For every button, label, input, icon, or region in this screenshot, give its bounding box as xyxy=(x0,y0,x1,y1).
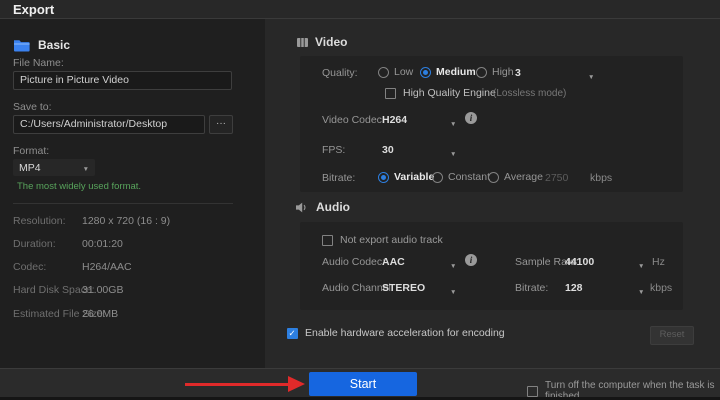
chevron-down-icon[interactable] xyxy=(450,255,456,273)
not-export-audio-label: Not export audio track xyxy=(340,234,443,246)
not-export-audio-checkbox[interactable]: Not export audio track xyxy=(322,234,443,246)
bitrate-variable-radio[interactable]: Variable xyxy=(378,171,434,183)
audio-bitrate-dropdown[interactable]: 128 xyxy=(565,282,583,294)
divider xyxy=(13,203,233,204)
video-section-label: Video xyxy=(315,35,348,49)
fps-dropdown[interactable]: 30 xyxy=(382,144,394,156)
dialog-header: Export xyxy=(0,0,720,19)
chevron-down-icon[interactable] xyxy=(588,66,594,84)
bitrate-label: Bitrate: xyxy=(322,172,356,184)
format-value: MP4 xyxy=(19,161,41,174)
red-arrow-head-icon xyxy=(288,376,305,392)
format-label: Format: xyxy=(13,145,50,157)
red-arrow-icon xyxy=(185,383,289,386)
quality-medium-label: Medium xyxy=(436,66,476,78)
audio-channel-dropdown[interactable]: STEREO xyxy=(382,282,425,294)
audio-codec-dropdown[interactable]: AAC xyxy=(382,256,405,268)
quality-high-radio[interactable]: High xyxy=(476,66,514,78)
basic-section-label: Basic xyxy=(38,38,71,52)
sample-rate-unit: Hz xyxy=(652,256,665,268)
info-icon[interactable]: i xyxy=(465,112,477,124)
duration-label: Duration: xyxy=(13,238,56,250)
format-dropdown[interactable]: MP4 xyxy=(13,159,95,176)
film-icon xyxy=(297,37,308,47)
audio-settings-box: Not export audio track Audio Codec: AAC … xyxy=(300,222,683,310)
audio-section-label: Audio xyxy=(316,200,350,214)
page-title: Export xyxy=(13,2,55,17)
checkbox-checked-icon xyxy=(287,327,298,339)
basic-section-header: Basic xyxy=(13,38,70,52)
audio-codec-label: Audio Codec: xyxy=(322,256,386,268)
sample-rate-dropdown[interactable]: 44100 xyxy=(565,256,594,268)
checkbox-icon xyxy=(385,87,396,99)
bitrate-average-radio[interactable]: Average xyxy=(488,171,543,183)
video-codec-label: Video Codec: xyxy=(322,114,385,126)
video-codec-dropdown[interactable]: H264 xyxy=(382,114,407,126)
save-to-label: Save to: xyxy=(13,101,52,113)
chevron-down-icon xyxy=(83,162,89,174)
bitrate-constant-label: Constant xyxy=(448,171,491,183)
radio-icon xyxy=(488,171,499,183)
quality-high-label: High xyxy=(492,66,514,78)
fps-label: FPS: xyxy=(322,144,346,156)
file-size-value: 26.0MB xyxy=(82,308,119,320)
quality-low-radio[interactable]: Low xyxy=(378,66,413,78)
duration-value: 00:01:20 xyxy=(82,238,123,250)
folder-icon xyxy=(13,39,30,52)
reset-button[interactable]: Reset xyxy=(650,326,694,345)
file-name-input[interactable]: Picture in Picture Video xyxy=(13,71,232,90)
quality-level-dropdown[interactable]: 3 xyxy=(515,67,521,79)
hq-engine-checkbox[interactable]: High Quality Engine xyxy=(385,87,496,99)
chevron-down-icon[interactable] xyxy=(450,281,456,299)
audio-section-header: Audio xyxy=(296,200,350,214)
radio-selected-icon xyxy=(420,66,431,78)
speaker-icon xyxy=(296,202,309,213)
resolution-label: Resolution: xyxy=(13,215,66,227)
bitrate-unit: kbps xyxy=(590,172,613,184)
chevron-down-icon[interactable] xyxy=(638,255,644,273)
chevron-down-icon[interactable] xyxy=(450,143,456,161)
chevron-down-icon[interactable] xyxy=(450,113,456,131)
radio-icon xyxy=(476,66,487,78)
bitrate-constant-radio[interactable]: Constant xyxy=(432,171,490,183)
start-button[interactable]: Start xyxy=(309,372,417,396)
hq-engine-suffix: (Lossless mode) xyxy=(493,88,567,99)
hw-accel-checkbox[interactable]: Enable hardware acceleration for encodin… xyxy=(287,327,505,339)
export-dialog: Export Basic File Name: Picture in Pictu… xyxy=(0,0,720,400)
codec-value: H264/AAC xyxy=(82,261,132,273)
audio-bitrate-label: Bitrate: xyxy=(515,282,549,294)
disk-space-value: 31.00GB xyxy=(82,284,124,296)
browse-button[interactable]: ··· xyxy=(209,115,233,134)
quality-label: Quality: xyxy=(322,67,358,79)
codec-label: Codec: xyxy=(13,261,47,273)
bitrate-variable-label: Variable xyxy=(394,171,435,183)
checkbox-icon xyxy=(322,234,333,246)
bitrate-value-input[interactable]: 2750 xyxy=(545,172,568,184)
quality-medium-radio[interactable]: Medium xyxy=(420,66,476,78)
basic-panel: Basic File Name: Picture in Picture Vide… xyxy=(0,19,265,368)
format-hint: The most widely used format. xyxy=(17,181,142,192)
video-settings-box: Quality: Low Medium High 3 High Quality … xyxy=(300,56,683,192)
chevron-down-icon[interactable] xyxy=(638,281,644,299)
radio-icon xyxy=(378,66,389,78)
hw-accel-label: Enable hardware acceleration for encodin… xyxy=(305,327,505,339)
radio-selected-icon xyxy=(378,171,389,183)
resolution-value: 1280 x 720 (16 : 9) xyxy=(82,215,171,227)
radio-icon xyxy=(432,171,443,183)
save-to-input[interactable]: C:/Users/Administrator/Desktop xyxy=(13,115,205,134)
file-name-label: File Name: xyxy=(13,57,64,69)
checkbox-icon xyxy=(527,385,538,397)
hq-engine-label: High Quality Engine xyxy=(403,87,496,99)
video-section-header: Video xyxy=(297,35,347,49)
info-icon[interactable]: i xyxy=(465,254,477,266)
audio-bitrate-unit: kbps xyxy=(650,282,673,294)
bitrate-average-label: Average xyxy=(504,171,543,183)
quality-low-label: Low xyxy=(394,66,414,78)
